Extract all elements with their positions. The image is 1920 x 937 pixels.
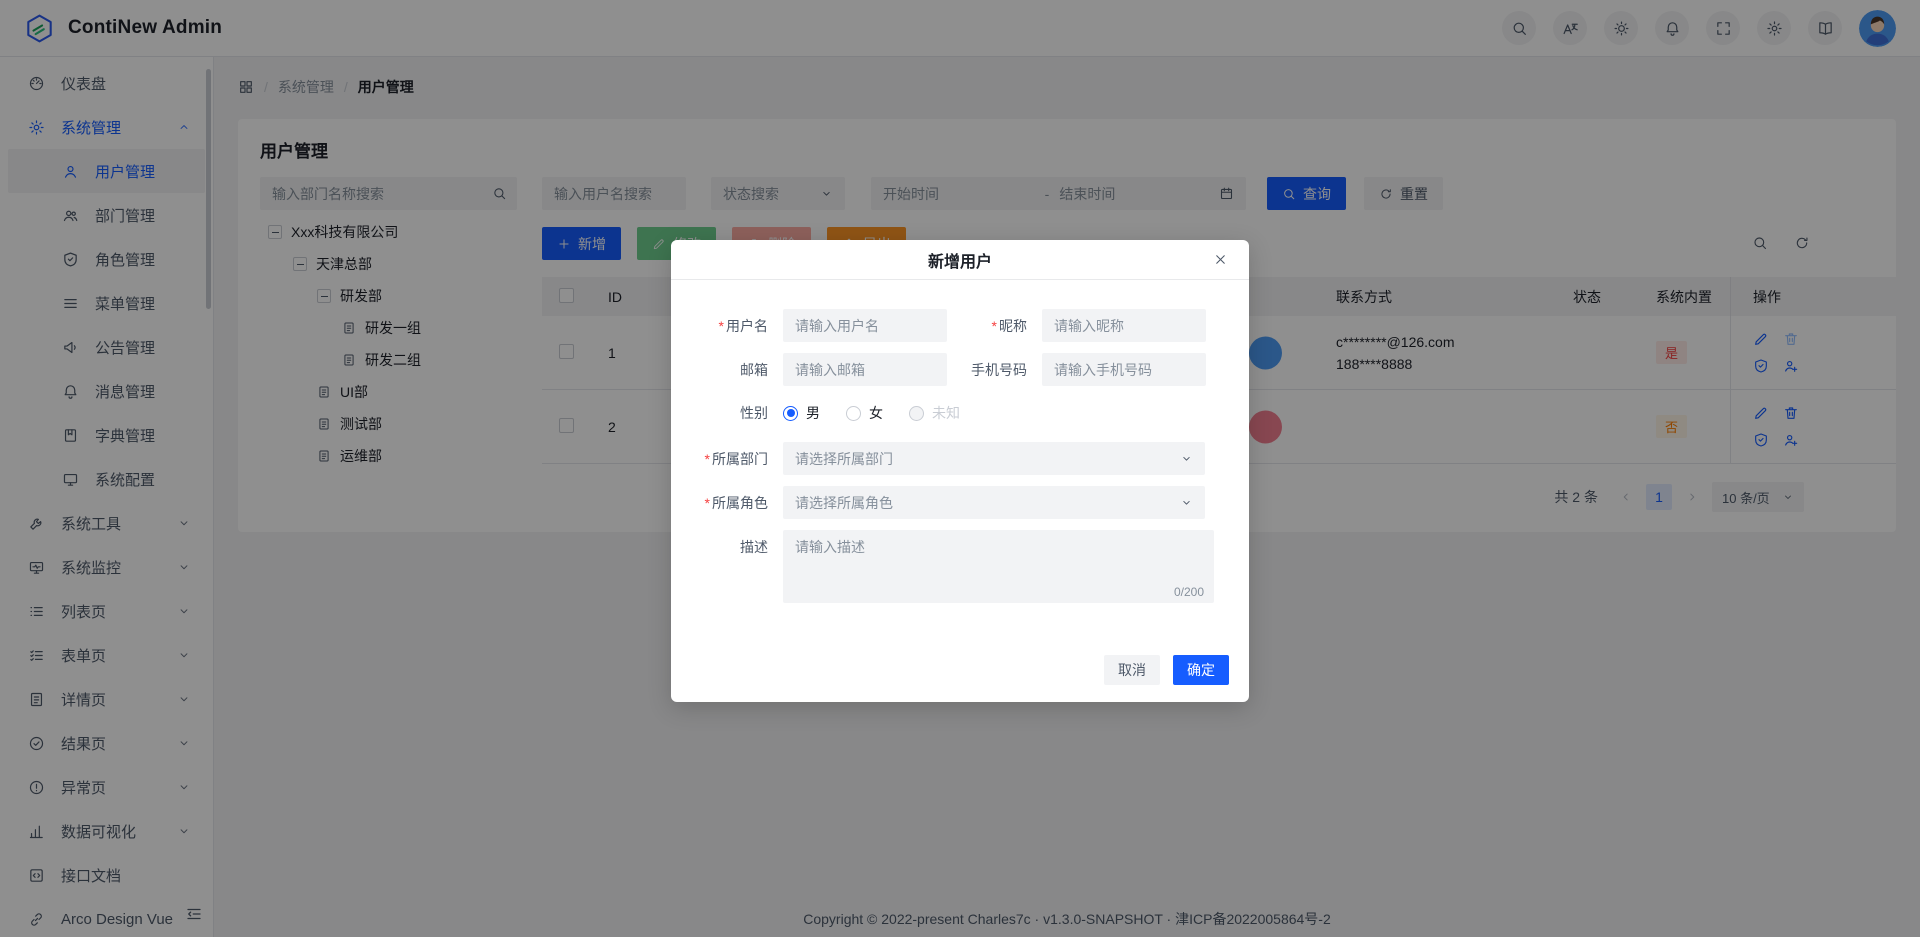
modal-header: 新增用户 [671, 240, 1249, 280]
phone-field: 手机号码 [954, 353, 1206, 386]
cancel-button[interactable]: 取消 [1104, 655, 1160, 685]
department-select[interactable]: 请选择所属部门 [783, 442, 1205, 475]
role-field: *所属角色 请选择所属角色 [695, 486, 1205, 519]
gender-radio-group: 男 女 未知 [783, 403, 960, 423]
gender-field: 性别 男 女 未知 [695, 402, 1205, 424]
radio-disabled-icon [909, 406, 924, 421]
gender-female-radio[interactable]: 女 [846, 403, 883, 423]
nickname-field: *昵称 [954, 309, 1206, 342]
department-field: *所属部门 请选择所属部门 [695, 442, 1205, 475]
description-field: 描述 0/200 [695, 530, 1205, 606]
confirm-button[interactable]: 确定 [1173, 655, 1229, 685]
chevron-down-icon [1180, 452, 1193, 465]
chevron-down-icon [1180, 496, 1193, 509]
gender-male-radio[interactable]: 男 [783, 403, 820, 423]
radio-icon [846, 406, 861, 421]
app-window: ContiNew Admin 仪表盘 [0, 0, 1920, 937]
radio-checked-icon [783, 406, 798, 421]
add-user-modal: 新增用户 *用户名 *昵称 邮箱 [671, 240, 1249, 702]
char-counter: 0/200 [1174, 585, 1204, 599]
description-textarea[interactable] [783, 530, 1214, 603]
gender-unknown-radio: 未知 [909, 403, 960, 423]
modal-close-button[interactable] [1209, 249, 1231, 271]
modal-footer: 取消 确定 [1104, 655, 1229, 685]
close-icon [1213, 252, 1228, 267]
modal-title: 新增用户 [928, 248, 992, 272]
phone-input[interactable] [1042, 353, 1206, 386]
nickname-input[interactable] [1042, 309, 1206, 342]
email-input[interactable] [783, 353, 947, 386]
email-field: 邮箱 [695, 353, 947, 386]
modal-body: *用户名 *昵称 邮箱 手机号码 性别 [671, 280, 1249, 606]
role-select[interactable]: 请选择所属角色 [783, 486, 1205, 519]
username-input[interactable] [783, 309, 947, 342]
username-field: *用户名 [695, 309, 947, 342]
